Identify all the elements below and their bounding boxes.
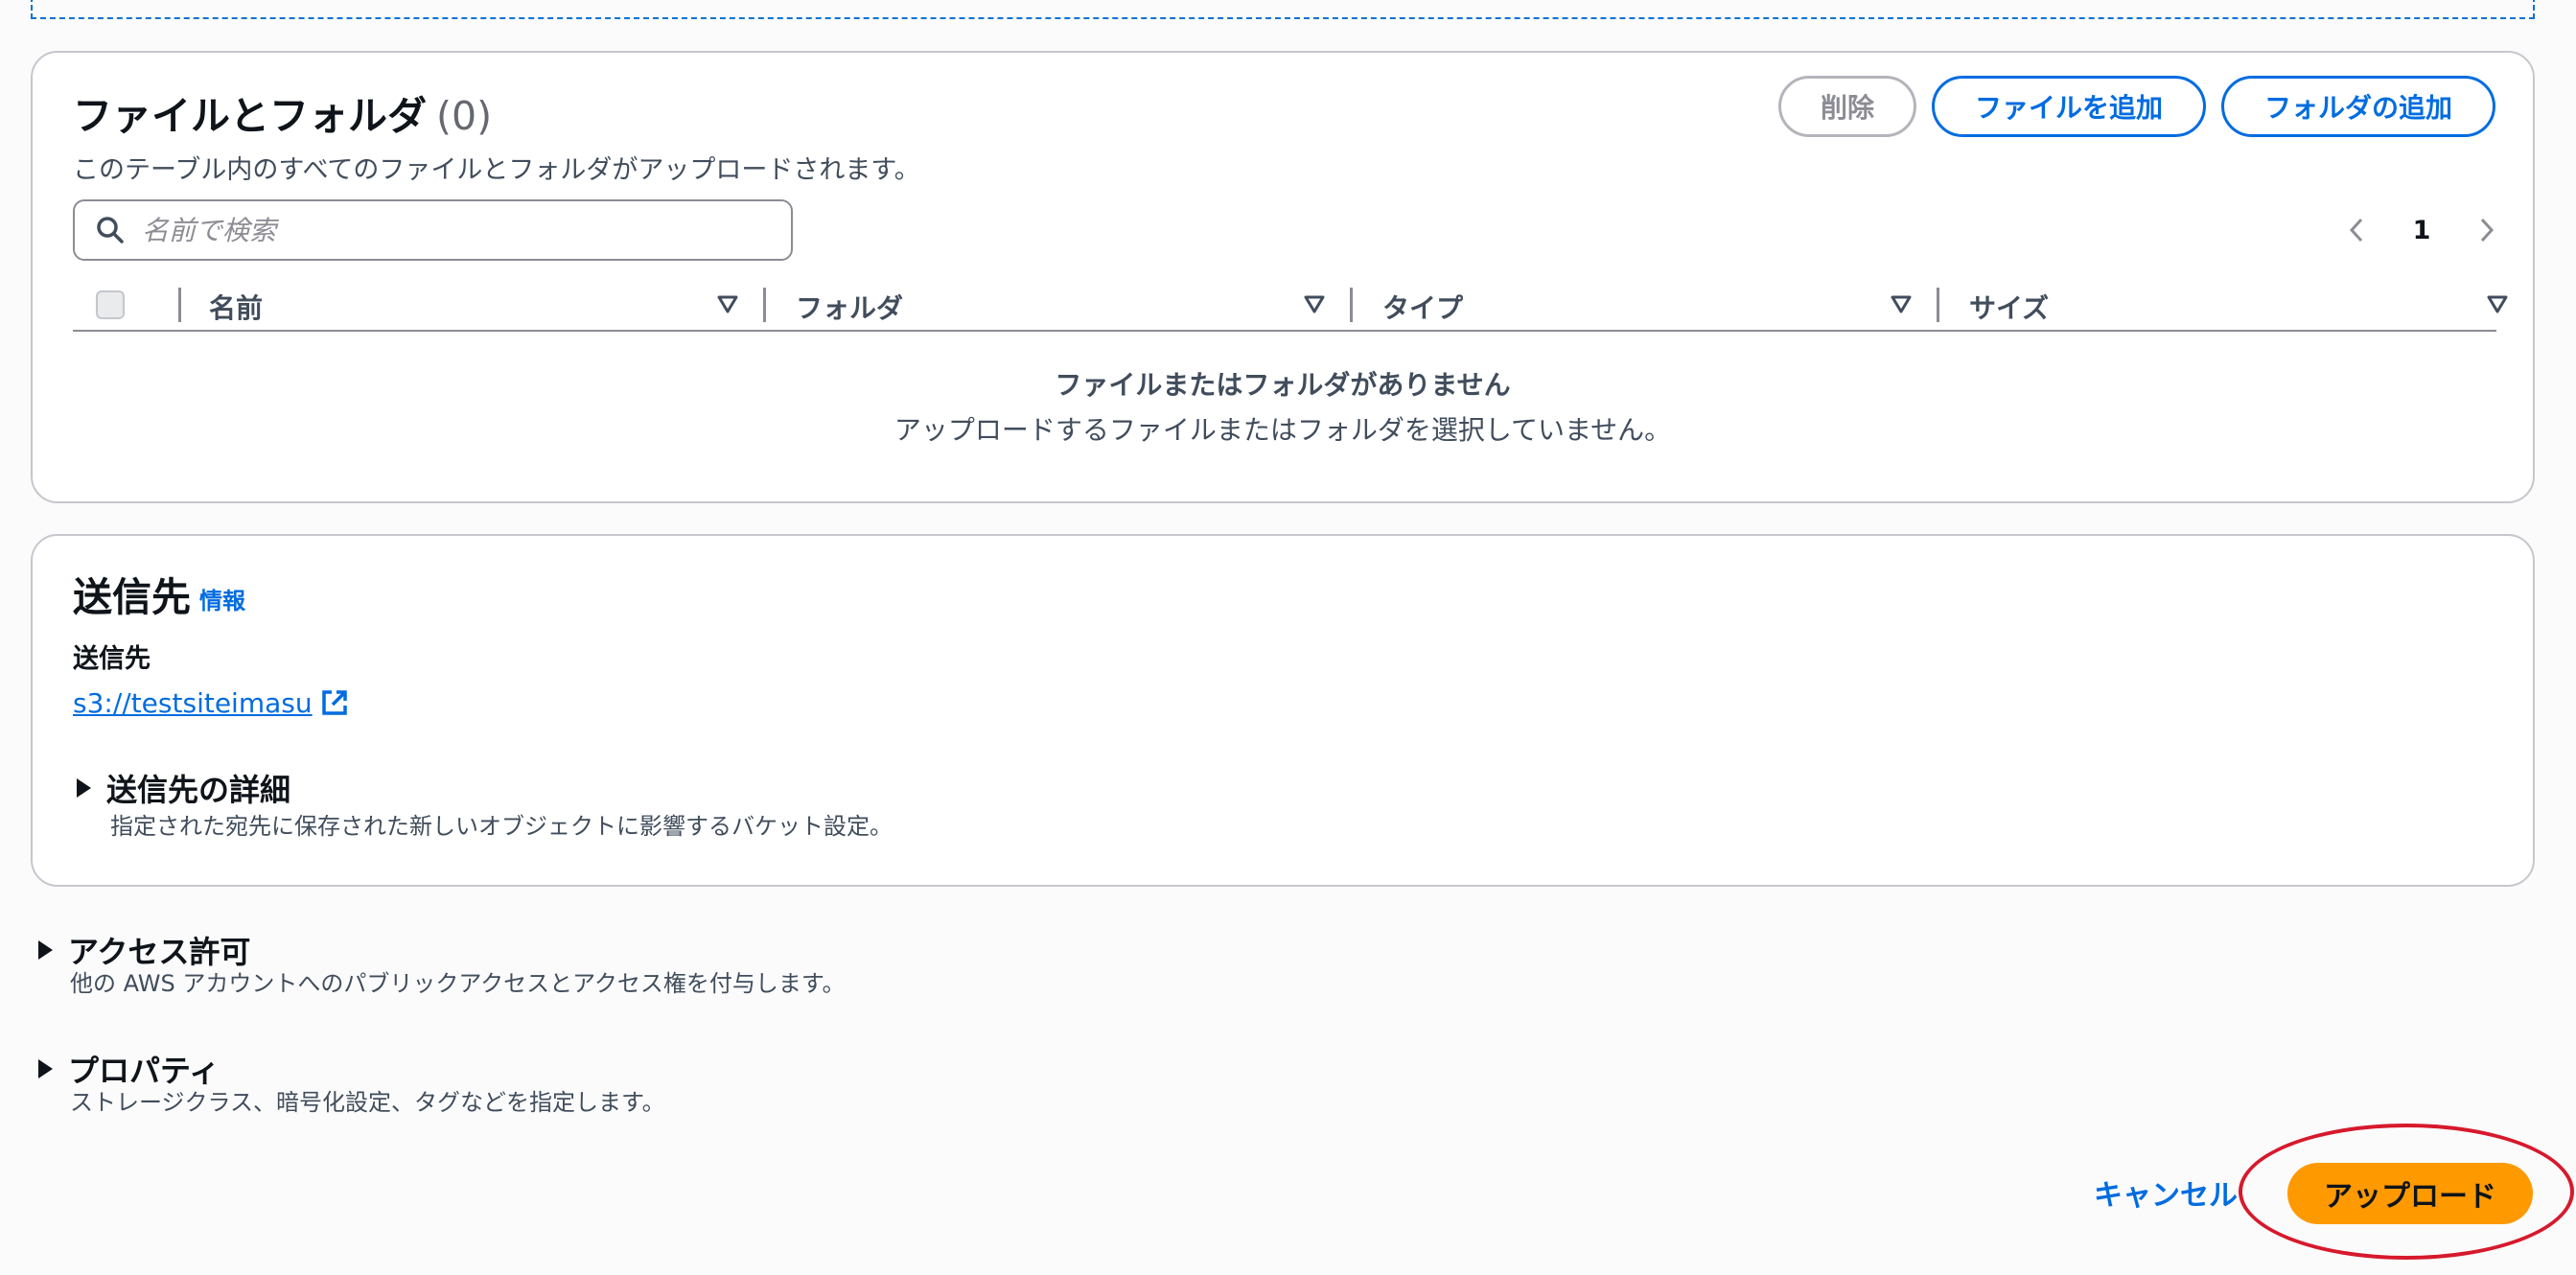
table-header: 名前 フォルダ タイプ サイズ [73,278,2508,332]
files-and-folders-card: ファイルとフォルダ (0) このテーブル内のすべてのファイルとフォルダがアップロー… [31,51,2535,503]
sort-icon[interactable] [1891,295,1912,314]
upload-page: ファイルとフォルダ (0) このテーブル内のすべてのファイルとフォルダがアップロー… [0,0,2576,1275]
delete-button[interactable]: 削除 [1778,76,1916,137]
access-permissions-description: 他の AWS アカウントへのパブリックアクセスとアクセス権を付与します。 [70,970,846,997]
add-files-button[interactable]: ファイルを追加 [1932,76,2206,137]
select-all-checkbox[interactable] [96,290,125,319]
column-header-size[interactable]: サイズ [1969,288,2049,326]
destination-card: 送信先 情報 送信先 s3://testsiteimasu 送信先の詳細 指定さ… [31,534,2535,887]
destination-details-description: 指定された宛先に保存された新しいオブジェクトに影響するバケット設定。 [110,813,893,840]
column-divider[interactable] [1350,288,1353,322]
files-count: (0) [436,93,493,139]
caret-right-icon [38,940,53,960]
files-section-title: ファイルとフォルダ (0) [73,83,492,141]
column-header-type[interactable]: タイプ [1382,288,1463,326]
destination-label: 送信先 [73,644,151,674]
empty-state-title: ファイルまたはフォルダがありません [1055,369,1511,401]
pagination: 1 [2345,206,2498,254]
sort-icon[interactable] [2487,295,2508,314]
empty-state-description: アップロードするファイルまたはフォルダを選択していません。 [893,414,1672,446]
current-page-number[interactable]: 1 [2413,216,2431,245]
drop-zone-edge [31,0,2535,19]
caret-right-icon [77,778,91,798]
add-folder-button[interactable]: フォルダの追加 [2221,76,2495,137]
files-section-description: このテーブル内のすべてのファイルとフォルダがアップロードされます。 [73,155,920,185]
search-icon [97,217,124,243]
properties-description: ストレージクラス、暗号化設定、タグなどを指定します。 [70,1089,665,1116]
sort-icon[interactable] [717,295,738,314]
column-divider[interactable] [763,288,766,322]
destination-details-expander[interactable]: 送信先の詳細 [77,766,290,810]
destination-section-title: 送信先 [73,574,191,620]
chevron-right-icon[interactable] [2475,216,2498,244]
column-header-name[interactable]: 名前 [209,288,263,326]
files-title-text: ファイルとフォルダ [73,93,427,139]
cancel-button[interactable]: キャンセル [2094,1171,2238,1214]
column-divider [178,288,181,322]
destination-details-title[interactable]: 送信先の詳細 [106,766,290,810]
info-link[interactable]: 情報 [199,582,245,615]
destination-bucket-link-text[interactable]: s3://testsiteimasu [73,687,313,719]
column-divider[interactable] [1937,288,1939,322]
search-box [73,199,793,261]
external-link-icon[interactable] [320,688,349,717]
caret-right-icon [38,1059,53,1078]
chevron-left-icon[interactable] [2345,216,2368,244]
sort-icon[interactable] [1304,295,1325,314]
column-header-folder[interactable]: フォルダ [796,288,903,326]
search-input[interactable] [142,214,755,246]
upload-button[interactable]: アップロード [2287,1163,2533,1224]
destination-bucket-link[interactable]: s3://testsiteimasu [73,684,349,722]
